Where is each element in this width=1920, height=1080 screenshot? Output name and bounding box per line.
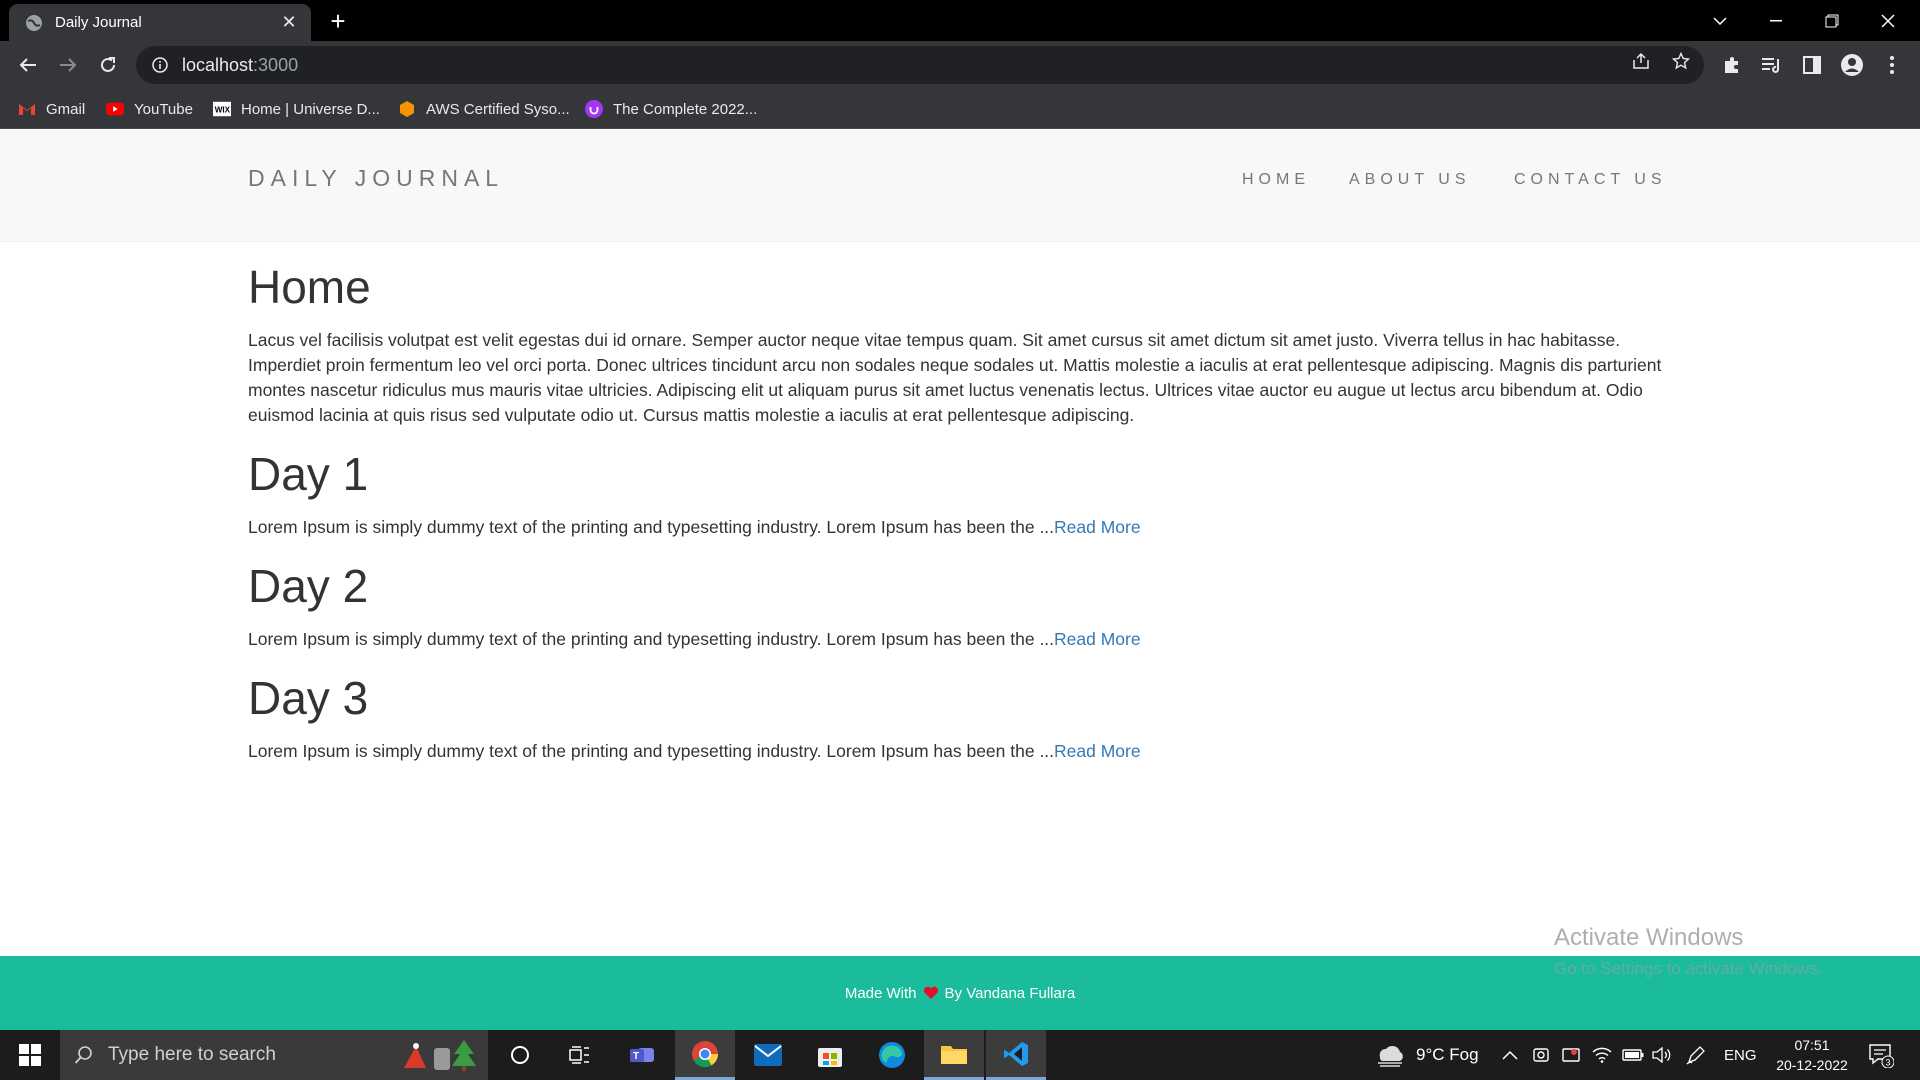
battery-icon[interactable] (1622, 1030, 1644, 1080)
reload-icon[interactable] (94, 51, 122, 79)
vscode-icon[interactable] (986, 1030, 1046, 1080)
windows-start-icon[interactable] (0, 1030, 60, 1080)
search-placeholder: Type here to search (108, 1044, 276, 1065)
fog-weather-icon (1378, 1045, 1403, 1067)
chrome-icon[interactable] (675, 1030, 735, 1080)
post-title: Day 1 (248, 448, 369, 500)
nav-home[interactable]: HOME (1242, 171, 1310, 189)
tab-search-icon[interactable] (1692, 0, 1748, 41)
bookmark-udemy[interactable]: The Complete 2022... (585, 97, 757, 121)
bookmarks-bar: Gmail YouTube WIX Home | Universe D... A… (0, 89, 1920, 129)
post-title: Day 3 (248, 672, 369, 724)
task-view-icon[interactable] (550, 1030, 610, 1080)
search-icon (74, 1046, 92, 1064)
taskbar-search-box[interactable]: Type here to search (60, 1030, 488, 1080)
footer-made-with: Made With (844, 984, 917, 1002)
post-excerpt: Lorem Ipsum is simply dummy text of the … (248, 741, 1141, 761)
heart-icon (923, 986, 939, 1000)
windows-taskbar: Type here to search T 9°C Fog ENG 07:51 … (0, 1030, 1920, 1080)
nav-contact-us[interactable]: CONTACT US (1514, 171, 1667, 189)
share-icon[interactable] (1630, 50, 1652, 72)
activate-windows-title: Activate Windows (1554, 924, 1744, 951)
activate-windows-subtitle: Go to Settings to activate Windows. (1554, 959, 1823, 978)
post-title: Day 2 (248, 560, 369, 612)
cortana-icon[interactable] (490, 1030, 550, 1080)
notification-count: 3 (1886, 1058, 1891, 1068)
more-menu-icon[interactable] (1880, 53, 1904, 77)
language-indicator[interactable]: ENG (1724, 1030, 1757, 1080)
edge-icon[interactable] (862, 1030, 922, 1080)
site-navbar: DAILY JOURNAL HOME ABOUT US CONTACT US (0, 129, 1920, 242)
browser-toolbar: localhost:3000 (0, 41, 1920, 89)
read-more-link[interactable]: Read More (1054, 741, 1141, 761)
clock-time: 07:51 (1794, 1037, 1830, 1053)
wifi-icon[interactable] (1592, 1030, 1612, 1080)
volume-icon[interactable] (1652, 1030, 1672, 1080)
globe-icon (26, 14, 42, 31)
post-excerpt: Lorem Ipsum is simply dummy text of the … (248, 629, 1141, 649)
address-bar[interactable]: localhost:3000 (136, 46, 1704, 84)
bookmark-youtube[interactable]: YouTube (106, 97, 193, 121)
tab-title: Daily Journal (55, 14, 142, 31)
new-tab-icon[interactable]: + (322, 6, 354, 36)
browser-tab[interactable]: Daily Journal ✕ (9, 4, 311, 41)
show-hidden-icons-icon[interactable] (1502, 1030, 1518, 1080)
bookmark-gmail[interactable]: Gmail (18, 97, 85, 121)
weather-text: 9°C Fog (1416, 1045, 1479, 1064)
web-page: DAILY JOURNAL HOME ABOUT US CONTACT US H… (0, 129, 1920, 1030)
file-explorer-icon[interactable] (924, 1030, 984, 1080)
back-icon[interactable] (14, 51, 42, 79)
profile-avatar-icon[interactable] (1840, 53, 1864, 77)
restore-icon[interactable] (1804, 0, 1860, 41)
close-window-icon[interactable] (1860, 0, 1916, 41)
extensions-icon[interactable] (1720, 53, 1744, 77)
footer-author: By Vandana Fullara (944, 984, 1076, 1002)
nav-about-us[interactable]: ABOUT US (1349, 171, 1471, 189)
youtube-icon (106, 100, 124, 118)
svg-text:T: T (633, 1051, 639, 1062)
minimize-icon[interactable] (1748, 0, 1804, 41)
weather-widget[interactable]: 9°C Fog (1374, 1030, 1479, 1080)
media-queue-icon[interactable] (1760, 53, 1784, 77)
notifications-icon[interactable]: 3 (1868, 1030, 1894, 1080)
bookmark-universe[interactable]: WIX Home | Universe D... (213, 97, 380, 121)
bookmark-star-icon[interactable] (1670, 50, 1692, 72)
home-paragraph: Lacus vel facilisis volutpat est velit e… (248, 330, 1662, 425)
wix-icon: WIX (213, 100, 231, 118)
udemy-icon (585, 100, 603, 118)
mail-icon[interactable] (738, 1030, 798, 1080)
url-text: localhost:3000 (182, 54, 299, 75)
gmail-icon (18, 100, 36, 118)
side-panel-icon[interactable] (1800, 53, 1824, 77)
security-icon[interactable] (1562, 1030, 1580, 1080)
forward-icon[interactable] (54, 51, 82, 79)
read-more-link[interactable]: Read More (1054, 629, 1141, 649)
meet-now-icon[interactable] (1532, 1030, 1550, 1080)
browser-tabstrip: Daily Journal ✕ + (0, 0, 1920, 41)
page-title: Home (248, 261, 371, 313)
teams-icon[interactable]: T (612, 1030, 672, 1080)
info-icon[interactable] (152, 57, 168, 73)
holiday-decoration-icon (396, 1038, 486, 1078)
svg-text:WIX: WIX (215, 106, 231, 115)
store-icon[interactable] (800, 1030, 860, 1080)
bookmark-aws[interactable]: AWS Certified Syso... (398, 97, 570, 121)
aws-icon (398, 100, 416, 118)
tab-close-icon[interactable]: ✕ (279, 12, 299, 33)
taskbar-clock[interactable]: 07:51 20-12-2022 (1762, 1035, 1862, 1075)
site-brand[interactable]: DAILY JOURNAL (248, 165, 504, 192)
post-excerpt: Lorem Ipsum is simply dummy text of the … (248, 517, 1141, 537)
read-more-link[interactable]: Read More (1054, 517, 1141, 537)
pen-workspace-icon[interactable] (1686, 1030, 1706, 1080)
clock-date: 20-12-2022 (1776, 1057, 1848, 1073)
